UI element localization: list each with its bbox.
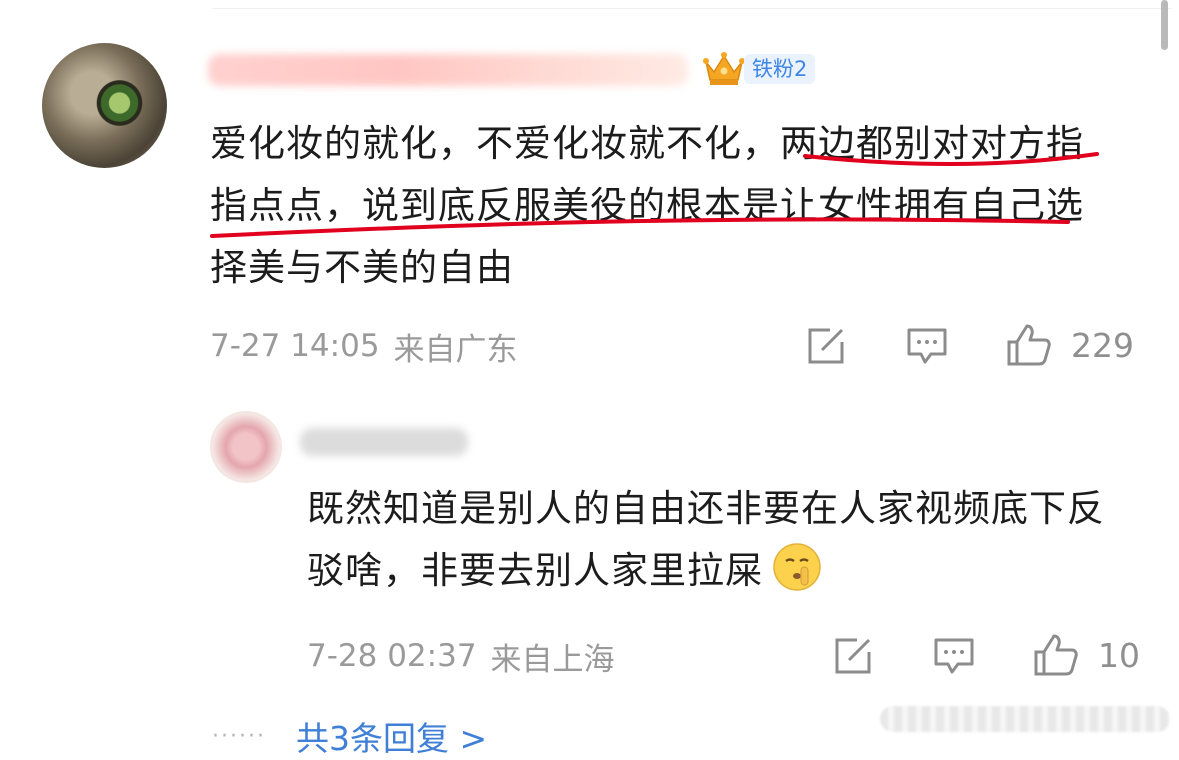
reply-meta: 7-28 02:37 来自上海 [307, 636, 615, 678]
like-count: 10 [1098, 636, 1140, 675]
more-replies-link[interactable]: 共3条回复 > [296, 712, 487, 760]
dots: ······ [212, 723, 266, 749]
like-count: 229 [1071, 326, 1134, 365]
comment-location: 来自广东 [393, 331, 518, 368]
reply-date: 7-28 02:37 [307, 638, 477, 674]
like-icon[interactable] [1032, 632, 1080, 678]
username-blurred[interactable] [300, 428, 468, 456]
comment-icon[interactable] [905, 324, 949, 368]
reply-text: 既然知道是别人的自由还非要在人家视频底下反驳啥，非要去别人家里拉屎 [307, 478, 1127, 602]
share-icon[interactable] [804, 324, 848, 368]
reply-location: 来自上海 [490, 641, 615, 678]
like-icon[interactable] [1005, 322, 1053, 368]
shushing-face-icon [773, 543, 821, 591]
reply-text-content: 既然知道是别人的自由还非要在人家视频底下反驳啥，非要去别人家里拉屎 [307, 487, 1105, 592]
comment-icon[interactable] [932, 634, 976, 678]
red-underline-annotation [210, 152, 1099, 238]
comment-date: 7-27 14:05 [210, 328, 380, 364]
comment-meta: 7-27 14:05 来自广东 [210, 326, 518, 368]
blurred-bottom-bar [880, 706, 1170, 732]
more-replies[interactable]: ······ 共3条回复 > [212, 716, 487, 758]
avatar[interactable] [210, 411, 282, 483]
share-icon[interactable] [831, 634, 875, 678]
